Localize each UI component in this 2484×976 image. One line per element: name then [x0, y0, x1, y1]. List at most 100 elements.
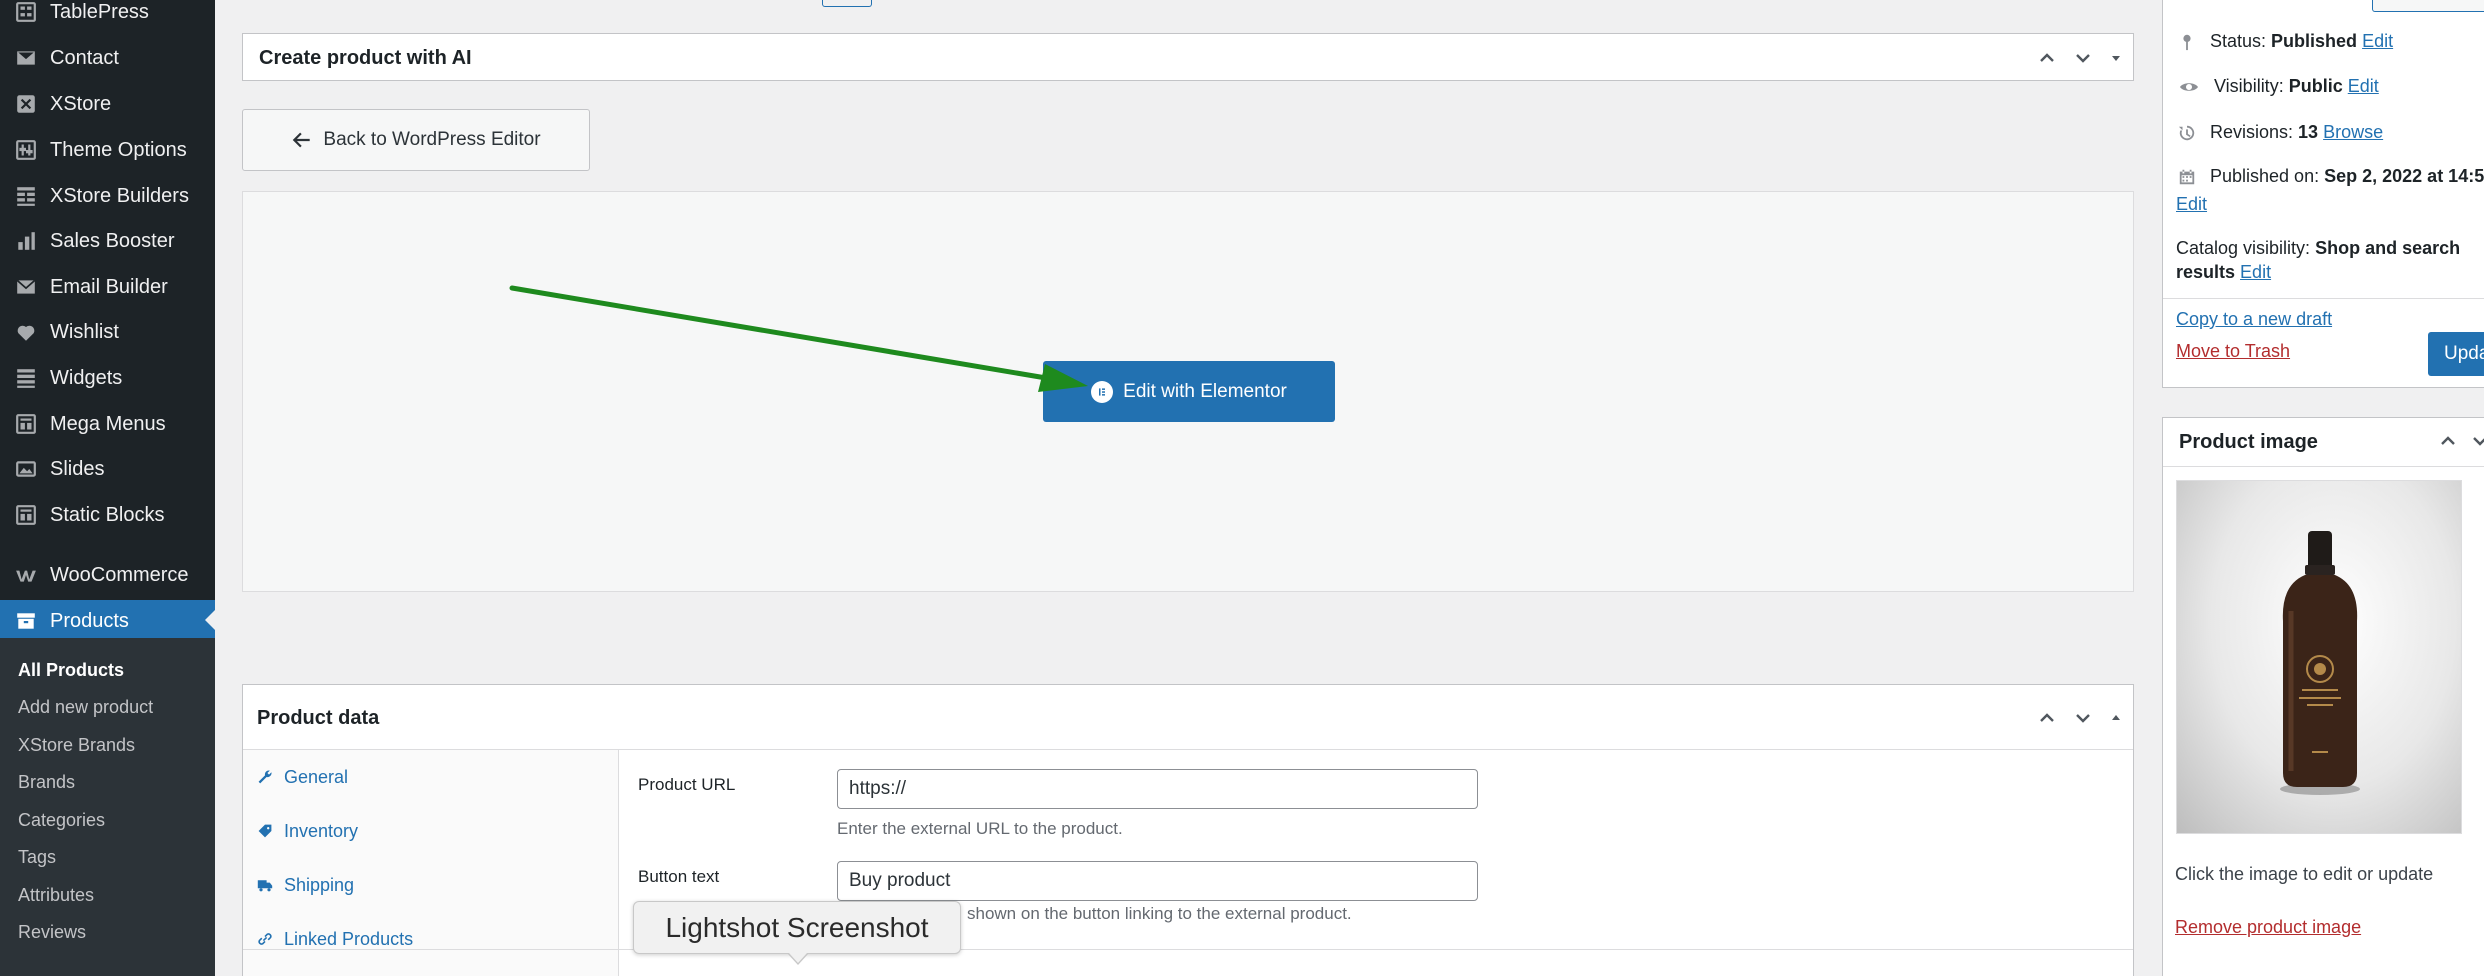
- divider: [243, 949, 2133, 950]
- submenu-xstore-brands[interactable]: XStore Brands: [18, 735, 135, 756]
- chevron-down-icon[interactable]: [2072, 707, 2094, 729]
- menu-item-label: WooCommerce: [50, 563, 189, 586]
- menu-item-woocommerce[interactable]: WooCommerce: [0, 555, 215, 595]
- visibility-edit-link[interactable]: Edit: [2348, 76, 2379, 97]
- tooltip-pointer-fill: [789, 953, 807, 963]
- published-edit-link[interactable]: Edit: [2176, 194, 2207, 215]
- product-image-title: Product image: [2179, 431, 2318, 453]
- product-url-help: Enter the external URL to the product.: [837, 819, 1123, 838]
- visibility-label: Visibility:: [2214, 76, 2284, 96]
- tab-label: General: [284, 766, 349, 787]
- sliders-icon: [14, 138, 38, 162]
- submenu-reviews[interactable]: Reviews: [18, 922, 86, 943]
- menu-item-label: Wishlist: [50, 320, 119, 343]
- back-button-label: Back to WordPress Editor: [323, 129, 541, 150]
- tab-label: Inventory: [284, 820, 359, 841]
- ai-box-title: Create product with AI: [259, 47, 472, 69]
- remove-product-image-link[interactable]: Remove product image: [2175, 917, 2361, 938]
- widgets-icon: [14, 366, 38, 390]
- table-icon: [14, 503, 38, 527]
- button-text-label: Button text: [638, 867, 720, 886]
- status-edit-link[interactable]: Edit: [2362, 31, 2393, 52]
- menu-item-label: XStore: [50, 92, 112, 115]
- edit-with-elementor-button[interactable]: Edit with Elementor: [1043, 361, 1335, 422]
- copy-to-draft-link[interactable]: Copy to a new draft: [2176, 309, 2332, 330]
- menu-item-contact[interactable]: Contact: [0, 38, 215, 78]
- catalog-edit-link[interactable]: Edit: [2240, 262, 2271, 282]
- chevron-up-icon[interactable]: [2036, 47, 2058, 69]
- published-value: Sep 2, 2022 at 14:5: [2324, 166, 2484, 186]
- tab-label: Shipping: [284, 874, 355, 895]
- menu-item-wishlist[interactable]: Wishlist: [0, 312, 215, 352]
- catalog-visibility: Catalog visibility: Shop and search resu…: [2176, 236, 2476, 284]
- menu-item-mega-menus[interactable]: Mega Menus: [0, 404, 215, 444]
- menu-item-xstore[interactable]: XStore: [0, 84, 215, 124]
- toggle-triangle-icon[interactable]: [2105, 707, 2127, 729]
- catalog-value-1: Shop and search: [2315, 238, 2461, 258]
- menu-item-slides[interactable]: Slides: [0, 449, 215, 489]
- chevron-down-icon[interactable]: [2072, 47, 2094, 69]
- move-to-trash-link[interactable]: Move to Trash: [2176, 341, 2290, 362]
- chevron-up-icon[interactable]: [2036, 707, 2058, 729]
- menu-item-tablepress[interactable]: TablePress: [0, 0, 215, 32]
- truck-icon: [257, 880, 273, 892]
- submenu-all-products[interactable]: All Products: [18, 660, 124, 681]
- menu-item-static-blocks[interactable]: Static Blocks: [0, 495, 215, 535]
- menu-item-label: Contact: [50, 46, 119, 69]
- elementor-editor-area: Edit with Elementor: [242, 191, 2134, 592]
- revisions-row: Revisions: 13 Browse: [2178, 122, 2383, 143]
- menu-item-sales-booster[interactable]: Sales Booster: [0, 221, 215, 261]
- toggle-triangle-icon[interactable]: [2105, 47, 2127, 69]
- chevron-down-icon[interactable]: [2469, 430, 2484, 452]
- button-text-input[interactable]: [837, 861, 1478, 901]
- arrow-left-icon: [293, 132, 311, 148]
- toolbar-button-fragment[interactable]: [822, 0, 872, 7]
- menu-item-label: Slides: [50, 457, 105, 480]
- tab-linked-products[interactable]: Linked Products: [243, 912, 618, 966]
- tab-shipping[interactable]: Shipping: [243, 858, 618, 912]
- submenu-tags[interactable]: Tags: [18, 847, 56, 868]
- menu-item-theme-options[interactable]: Theme Options: [0, 130, 215, 170]
- submenu-add-new-product[interactable]: Add new product: [18, 697, 153, 718]
- product-url-label: Product URL: [638, 775, 736, 794]
- product-data-title: Product data: [257, 707, 380, 729]
- menu-item-products[interactable]: Products: [0, 600, 215, 642]
- menu-item-label: Email Builder: [50, 275, 168, 298]
- table-icon: [14, 0, 38, 24]
- envelope-icon: [14, 275, 38, 299]
- published-label: Published on:: [2210, 166, 2320, 186]
- preview-button-fragment[interactable]: [2372, 0, 2484, 12]
- grid-icon: [14, 184, 38, 208]
- update-button[interactable]: Upda: [2428, 332, 2484, 376]
- menu-item-label: Widgets: [50, 366, 123, 389]
- heart-icon: [14, 320, 38, 344]
- menu-item-xstore-builders[interactable]: XStore Builders: [0, 176, 215, 216]
- status-value: Published: [2271, 31, 2358, 51]
- submenu-categories[interactable]: Categories: [18, 810, 105, 831]
- revisions-label: Revisions:: [2210, 122, 2294, 142]
- button-text-help: shown on the button linking to the exter…: [967, 904, 1352, 923]
- menu-item-email-builder[interactable]: Email Builder: [0, 267, 215, 307]
- product-image-box: Product image Click the image to edit or…: [2162, 417, 2484, 976]
- tab-inventory[interactable]: Inventory: [243, 804, 618, 858]
- back-to-wordpress-editor-button[interactable]: Back to WordPress Editor: [242, 109, 590, 171]
- menu-item-label: Mega Menus: [50, 412, 166, 435]
- menu-item-widgets[interactable]: Widgets: [0, 358, 215, 398]
- tab-general[interactable]: General: [243, 750, 618, 804]
- chevron-up-icon[interactable]: [2437, 430, 2459, 452]
- product-bottle-image: [2280, 531, 2360, 795]
- revisions-value: 13: [2298, 122, 2319, 142]
- catalog-value-2: results: [2176, 262, 2236, 282]
- wrench-icon: [258, 770, 272, 784]
- product-data-tabs: General Inventory Shipping Linked Produc…: [243, 750, 619, 976]
- product-image[interactable]: [2176, 480, 2462, 834]
- table-icon: [14, 412, 38, 436]
- product-url-input[interactable]: [837, 769, 1478, 809]
- elementor-logo-icon: [1091, 380, 1114, 403]
- published-on-row: Published on: Sep 2, 2022 at 14:5: [2178, 166, 2484, 187]
- revisions-browse-link[interactable]: Browse: [2323, 122, 2383, 143]
- menu-item-label: TablePress: [50, 0, 149, 23]
- submenu-brands[interactable]: Brands: [18, 772, 75, 793]
- submenu-attributes[interactable]: Attributes: [18, 885, 94, 906]
- slides-icon: [14, 457, 38, 481]
